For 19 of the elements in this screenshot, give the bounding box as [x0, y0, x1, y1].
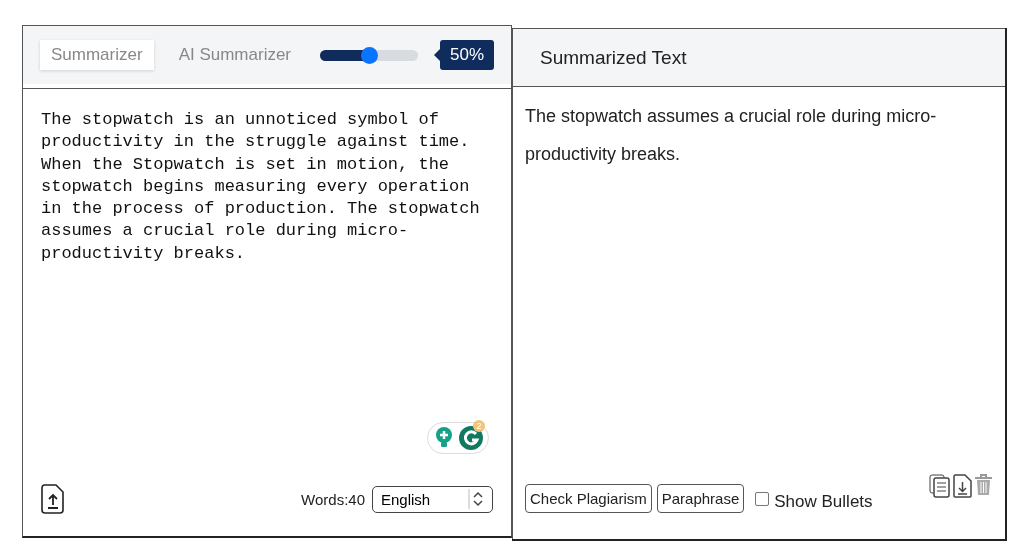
action-button[interactable]: Paraphrase	[656, 484, 745, 513]
notification-count: 2	[473, 420, 485, 432]
output-header: Summarized Text	[512, 28, 1005, 87]
slider-thumb[interactable]	[361, 46, 378, 64]
summary-text: The stopwatch assumes a crucial role during micro-productivity breaks.	[525, 105, 938, 166]
mode-tab[interactable]: Summarizer	[40, 40, 154, 70]
copy-icon[interactable]	[929, 474, 951, 498]
upload-file-icon[interactable]	[41, 484, 65, 514]
bullets-label: Show Bullets	[774, 491, 873, 512]
chevron-icon	[468, 489, 484, 509]
lightbulb-icon[interactable]	[433, 426, 455, 448]
download-icon[interactable]	[953, 474, 972, 498]
word-count: Words:40	[301, 490, 365, 508]
input-text[interactable]: The stopwatch is an unnoticed symbol of productivity in the struggle against time. When the Stopwatch is set in motion, the stopwatch begins measuring every operation in the process of production. The stopwatch assumes a crucial role during micro-productivity breaks.	[41, 109, 481, 266]
language-select[interactable]: English	[372, 485, 493, 513]
slider-value: 50%	[439, 40, 494, 70]
action-button[interactable]: Check Plagiarism	[525, 484, 652, 513]
bullets-checkbox[interactable]	[755, 491, 770, 506]
length-slider[interactable]	[320, 49, 418, 61]
